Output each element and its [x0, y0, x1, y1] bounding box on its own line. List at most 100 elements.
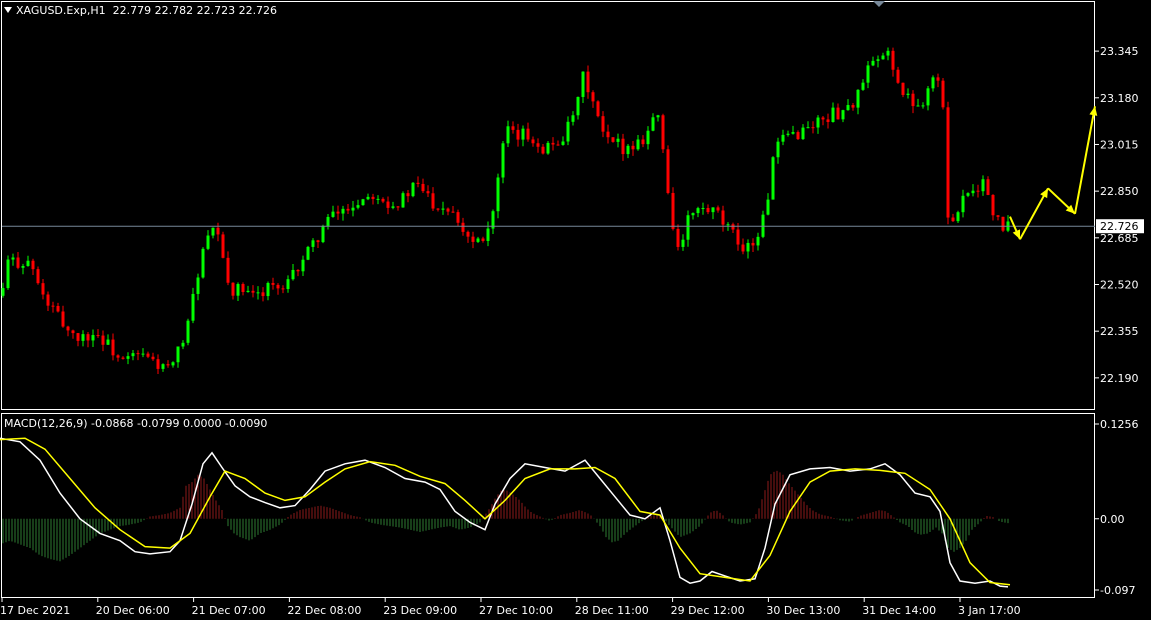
candle-body — [76, 333, 80, 341]
candle-body — [756, 236, 760, 246]
candle-body — [136, 353, 140, 355]
candle-body — [981, 179, 985, 192]
candle-body — [181, 342, 185, 347]
time-tick-label: 17 Dec 2021 — [0, 604, 70, 617]
chart-canvas[interactable]: 23.345 23.180 23.015 22.850 22.685 22.520 22.3… — [0, 0, 1151, 620]
candle-body — [366, 196, 370, 200]
time-tick-label: 20 Dec 06:00 — [96, 604, 170, 617]
time-tick-label: 23 Dec 09:00 — [383, 604, 457, 617]
candle-body — [866, 65, 870, 83]
candle-body — [226, 257, 230, 283]
candle-body — [346, 208, 350, 211]
candle-body — [786, 133, 790, 135]
symbol-label: XAGUSD.Exp,H1 — [16, 4, 106, 17]
candle-body — [611, 137, 615, 142]
candle-body — [616, 138, 620, 142]
price-tick-label: 22.850 — [1100, 185, 1139, 198]
candle-body — [791, 132, 795, 134]
candle-body — [66, 326, 70, 331]
candle-body — [251, 290, 255, 293]
candle-body — [456, 212, 460, 223]
candle-body — [431, 193, 435, 209]
candle-body — [961, 195, 965, 213]
candle-body — [741, 244, 745, 252]
price-tick-label: 22.355 — [1100, 325, 1139, 338]
candle-body — [746, 242, 750, 252]
candle-body — [466, 231, 470, 237]
candle-body — [156, 359, 160, 369]
candle-body — [246, 290, 250, 292]
candle-body — [386, 201, 390, 208]
candle-body — [211, 227, 215, 236]
candle-body — [166, 364, 170, 366]
candle-body — [766, 199, 770, 215]
candle-body — [216, 227, 220, 235]
candle-body — [236, 284, 240, 296]
price-tick-label: 22.520 — [1100, 279, 1139, 292]
candle-body — [781, 134, 785, 142]
candle-body — [1001, 216, 1005, 231]
time-tick-label: 21 Dec 07:00 — [192, 604, 266, 617]
candle-body — [151, 356, 155, 360]
candle-body — [461, 222, 465, 232]
candle-body — [721, 210, 725, 225]
candle-body — [926, 88, 930, 106]
candle-body — [716, 207, 720, 211]
candle-body — [996, 215, 1000, 217]
candle-body — [691, 213, 695, 216]
candle-body — [776, 141, 780, 158]
current-price-label: 22.726 — [1100, 220, 1139, 233]
time-tick-label: 30 Dec 13:00 — [766, 604, 840, 617]
candle-body — [696, 208, 700, 214]
candle-body — [541, 146, 545, 154]
macd-tick-label: 0.1256 — [1100, 418, 1139, 431]
candle-body — [646, 130, 650, 145]
candle-body — [511, 126, 515, 130]
price-tick-label: 23.015 — [1100, 138, 1139, 151]
candle-body — [291, 269, 295, 280]
candle-body — [111, 339, 115, 356]
candle-body — [906, 93, 910, 95]
candle-body — [101, 335, 105, 345]
candle-body — [736, 229, 740, 245]
candle-body — [341, 208, 345, 214]
candle-body — [606, 131, 610, 138]
candle-body — [306, 246, 310, 260]
candle-body — [146, 353, 150, 357]
macd-header: MACD(12,26,9) -0.0868 -0.0799 0.0000 -0.… — [4, 417, 267, 430]
candle-body — [526, 128, 530, 140]
candle-body — [576, 96, 580, 116]
candle-body — [201, 248, 205, 278]
candle-body — [206, 235, 210, 249]
candle-body — [936, 77, 940, 81]
candle-body — [956, 212, 960, 222]
candle-body — [681, 239, 685, 247]
candle-body — [196, 277, 200, 294]
candle-body — [426, 191, 430, 194]
candle-body — [411, 182, 415, 197]
chart-header: XAGUSD.Exp,H1 22.779 22.782 22.723 22.72… — [4, 4, 277, 17]
triangle-down-icon[interactable] — [4, 7, 12, 13]
candle-body — [51, 305, 55, 307]
candle-body — [811, 127, 815, 129]
candle-body — [591, 92, 595, 102]
candle-body — [821, 117, 825, 120]
candle-body — [281, 288, 285, 290]
time-tick-label: 22 Dec 08:00 — [287, 604, 361, 617]
candle-body — [521, 128, 525, 140]
candle-body — [971, 190, 975, 194]
candle-body — [946, 107, 950, 218]
candle-body — [161, 364, 165, 369]
candle-body — [26, 260, 30, 266]
candle-body — [221, 234, 225, 258]
candle-body — [706, 208, 710, 213]
candle-body — [141, 353, 145, 355]
candle-body — [891, 50, 895, 70]
candle-body — [501, 143, 505, 178]
candle-body — [671, 192, 675, 229]
candle-body — [601, 116, 605, 132]
candle-body — [856, 89, 860, 108]
candle-body — [126, 356, 130, 359]
candle-body — [231, 282, 235, 296]
candle-body — [556, 144, 560, 146]
